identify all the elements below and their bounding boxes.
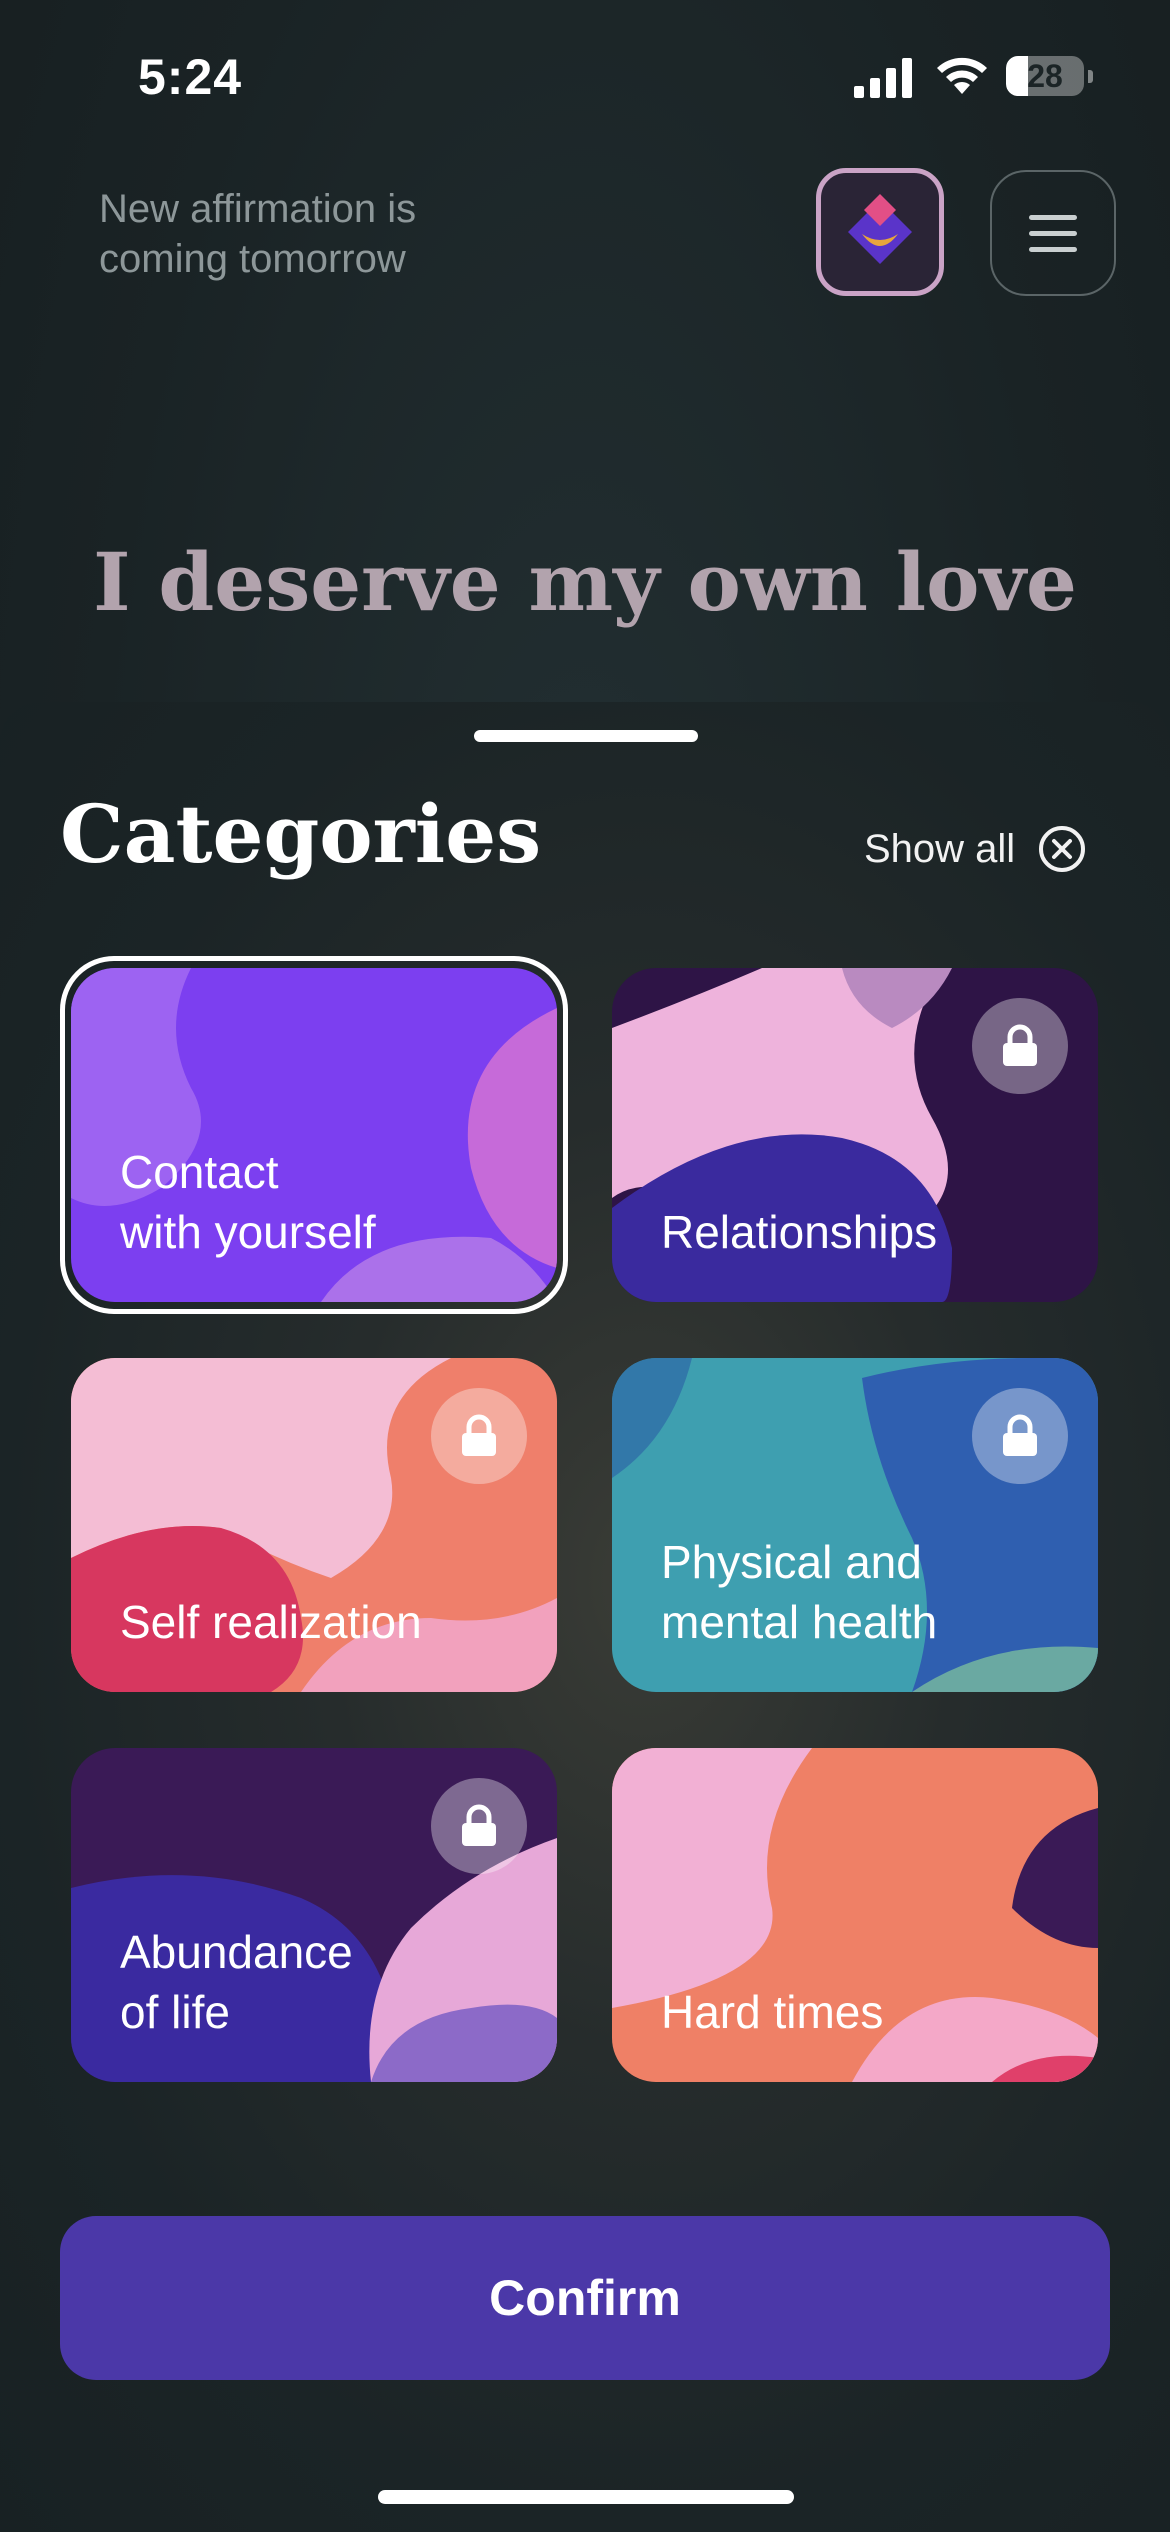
next-affirmation-note: New affirmation is coming tomorrow (99, 187, 417, 281)
battery-level: 28 (1027, 58, 1063, 94)
menu-button[interactable] (990, 170, 1116, 296)
category-label: Abundance of life (120, 1926, 353, 2038)
signal-icon (854, 58, 912, 98)
confirm-button[interactable]: Confirm (60, 2216, 1110, 2380)
wifi-icon (937, 57, 987, 94)
category-card-physical-and-mental-health[interactable]: Physical and mental health (612, 1358, 1098, 1692)
battery-icon: 28 (1006, 56, 1093, 96)
category-label: Relationships (661, 1206, 938, 1258)
lock-icon (1003, 1024, 1037, 1066)
category-card-relationships[interactable]: Relationships (612, 968, 1098, 1302)
category-card-self-realization[interactable]: Self realization (71, 1358, 557, 1692)
home-indicator (378, 2490, 794, 2504)
lock-icon (462, 1804, 496, 1846)
category-label: Hard times (661, 1986, 884, 2038)
category-label: Contact with yourself (120, 1146, 376, 1258)
sheet-drag-handle[interactable] (474, 730, 698, 742)
lock-badge (431, 1778, 527, 1874)
affirmation-text: I deserve my own love (93, 535, 1077, 629)
category-label: Physical and mental health (661, 1536, 938, 1648)
categories-title: Categories (60, 787, 542, 881)
status-time: 5:24 (138, 49, 243, 105)
lock-badge (972, 998, 1068, 1094)
show-all-button[interactable]: Show all (864, 814, 1087, 884)
category-label: Self realization (120, 1596, 422, 1648)
status-bar: 5:24 28 (0, 0, 1170, 150)
app-logo-icon (848, 194, 912, 264)
app-screen: 5:24 28 New affirmation is coming tomorr… (0, 0, 1170, 2532)
category-card-contact-with-yourself[interactable]: Contact with yourself (71, 968, 557, 1302)
lock-badge (431, 1388, 527, 1484)
lock-icon (462, 1414, 496, 1456)
lock-badge (972, 1388, 1068, 1484)
show-all-label: Show all (864, 826, 1016, 871)
category-card-hard-times[interactable]: Hard times (612, 1748, 1098, 2082)
app-logo-button[interactable] (816, 168, 944, 296)
category-card-abundance-of-life[interactable]: Abundance of life (71, 1748, 557, 2082)
lock-icon (1003, 1414, 1037, 1456)
close-circle-icon (1039, 826, 1086, 872)
hamburger-menu-icon (1029, 215, 1077, 252)
